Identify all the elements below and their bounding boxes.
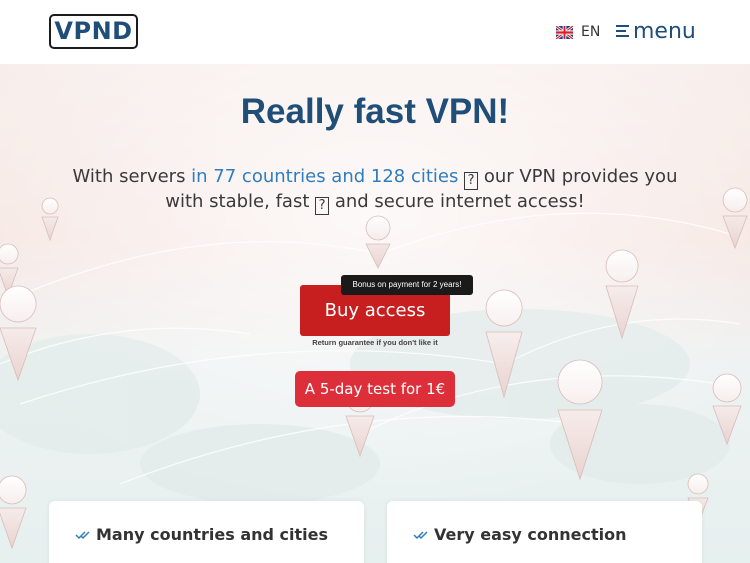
language-code: EN	[581, 24, 601, 40]
feature-title: Very easy connection	[434, 525, 627, 544]
menu-label: menu	[633, 18, 696, 44]
subtitle-text: and secure internet access!	[329, 191, 585, 212]
double-check-icon	[75, 530, 90, 539]
menu-button[interactable]: menu	[616, 17, 696, 45]
return-guarantee-note: Return guarantee if you don't like it	[312, 338, 438, 347]
help-icon[interactable]: ?	[315, 197, 330, 215]
countries-link[interactable]: in 77 countries and 128 cities	[191, 166, 458, 187]
hamburger-icon	[616, 24, 629, 38]
language-switcher[interactable]: EN	[556, 23, 600, 41]
feature-title: Many countries and cities	[96, 525, 329, 544]
page-title: Really fast VPN!	[240, 92, 510, 131]
trial-button[interactable]: A 5-day test for 1€	[295, 371, 455, 407]
site-header: VPND EN menu	[0, 0, 750, 64]
uk-flag-icon	[556, 25, 573, 39]
subtitle-text: With servers	[72, 166, 192, 187]
help-icon[interactable]: ?	[464, 172, 479, 190]
hero-subtitle: With servers in 77 countries and 128 cit…	[60, 165, 690, 215]
bonus-tooltip: Bonus on payment for 2 years!	[341, 275, 473, 295]
feature-card: Very easy connection	[387, 501, 702, 563]
double-check-icon	[413, 530, 428, 539]
logo[interactable]: VPND	[49, 14, 138, 49]
feature-card: Many countries and cities	[49, 501, 364, 563]
